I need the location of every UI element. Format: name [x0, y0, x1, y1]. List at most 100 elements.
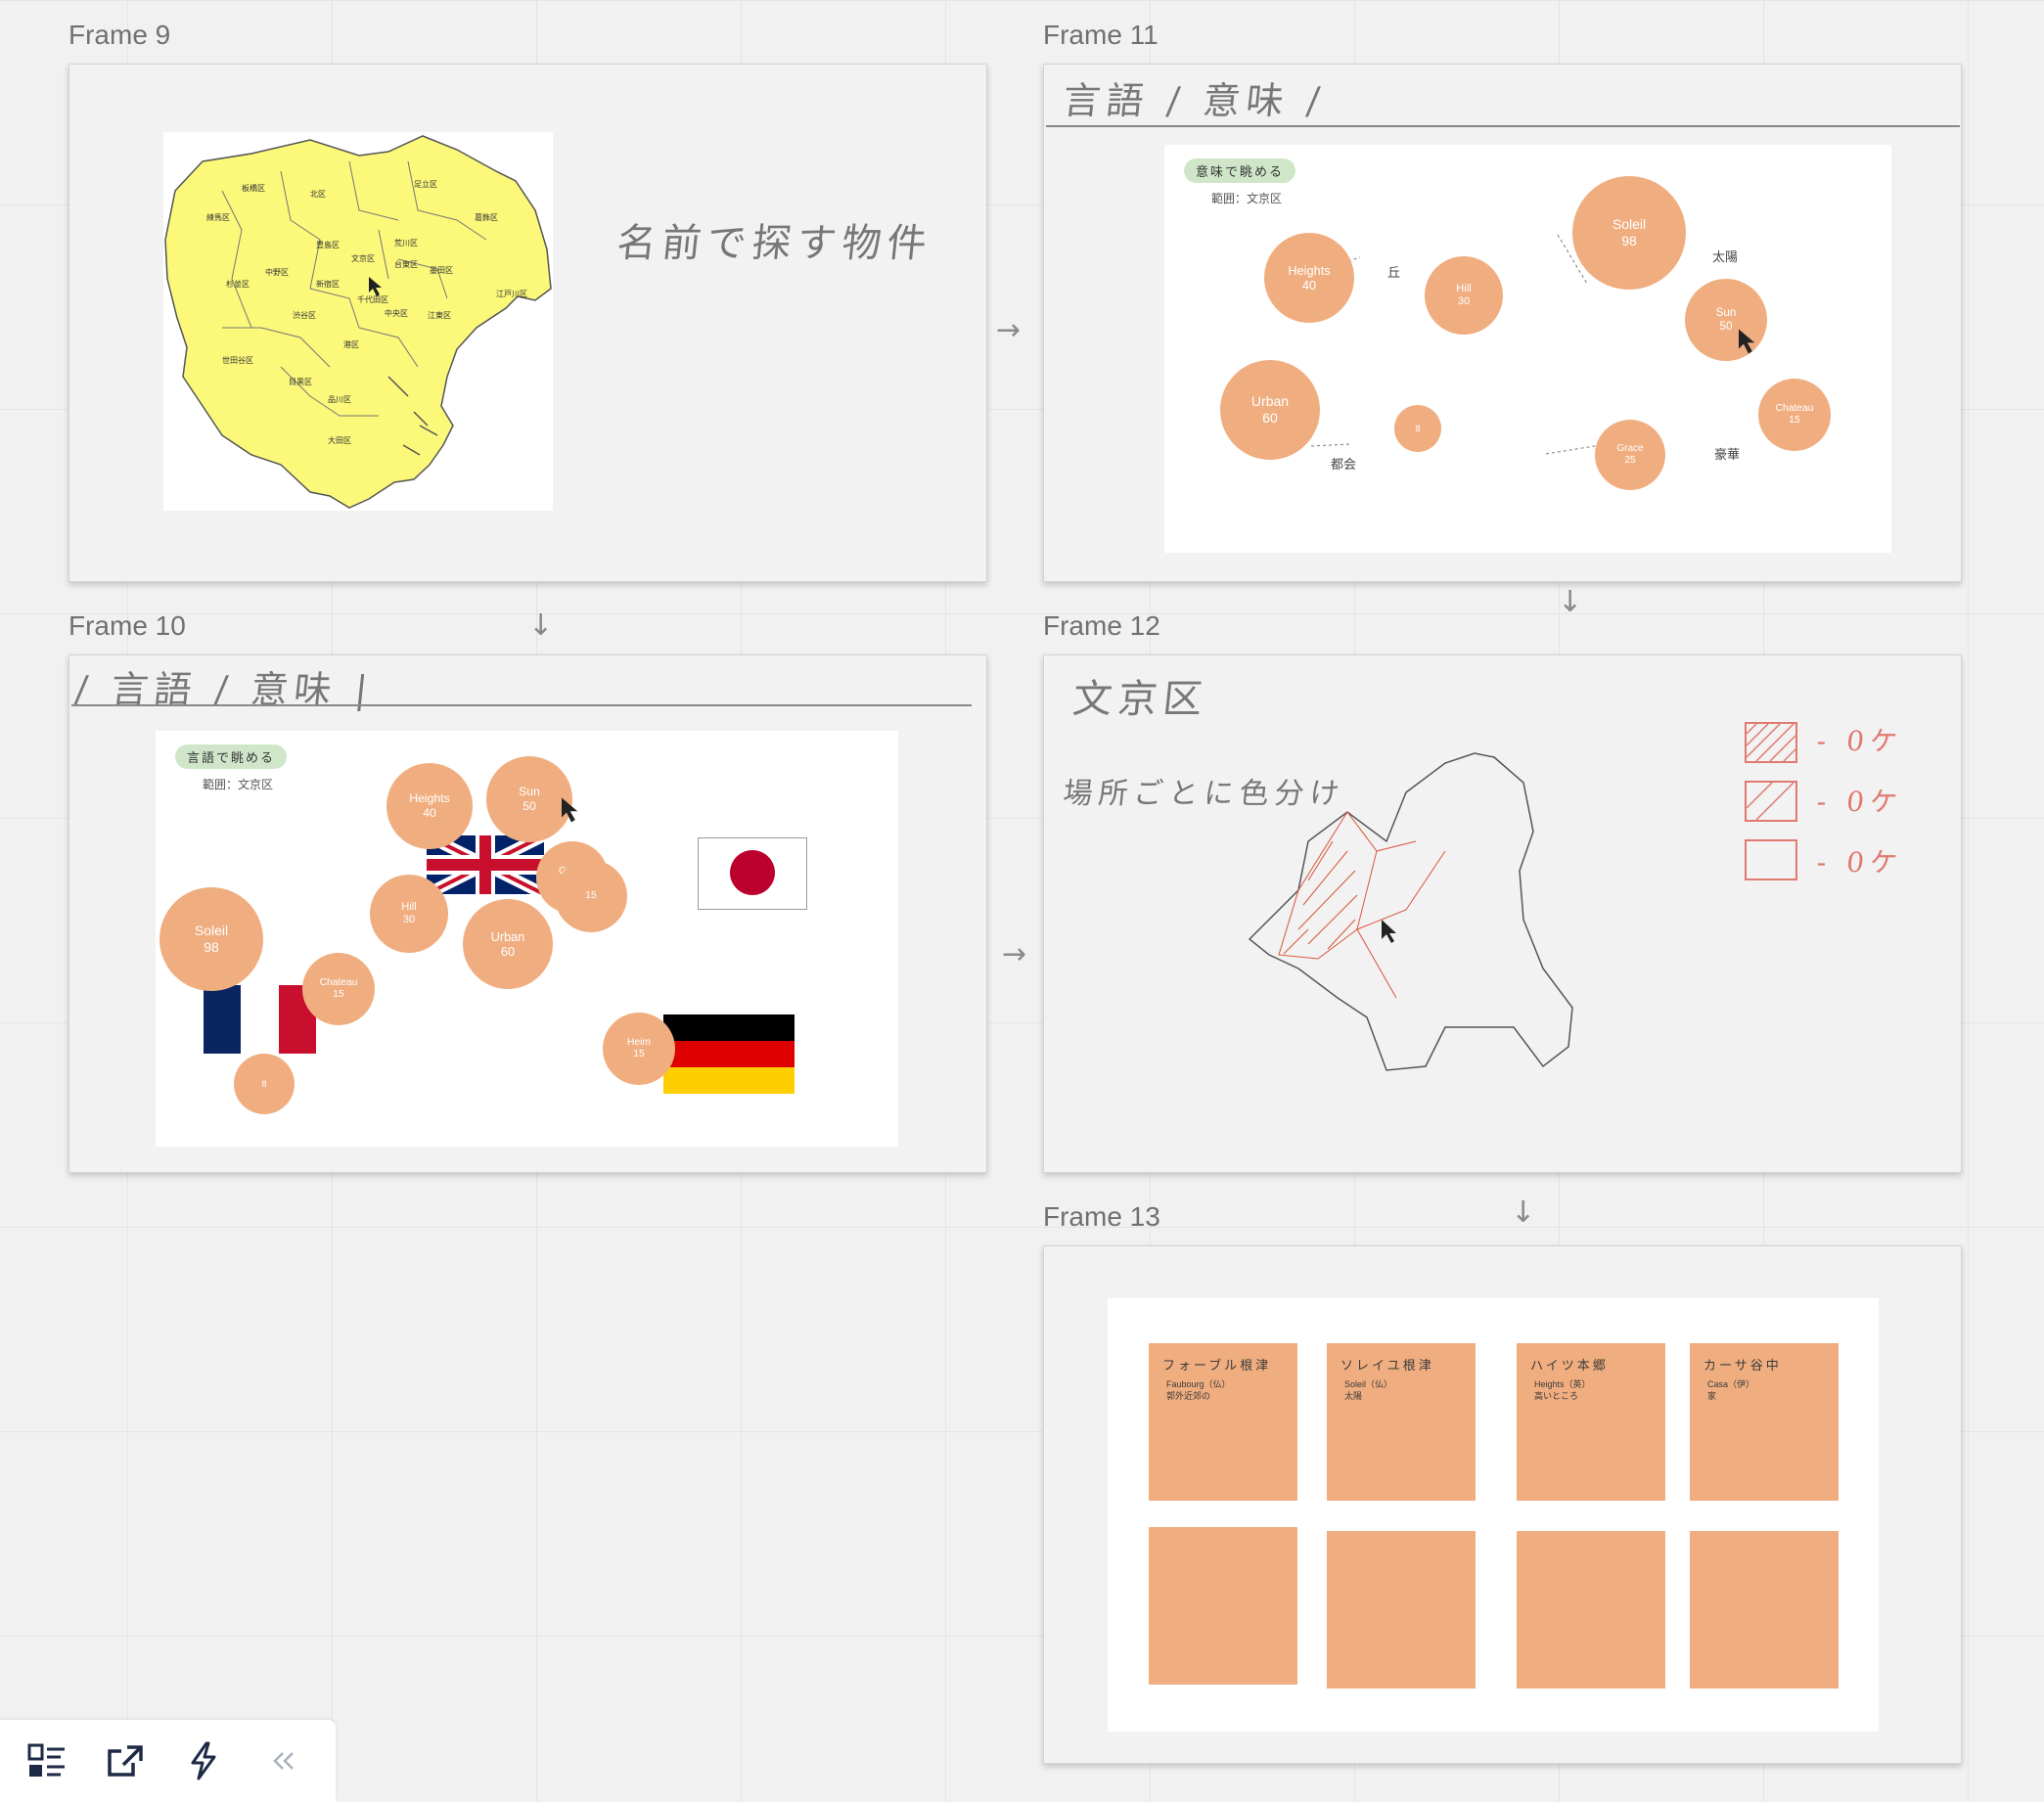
link-label: 太陽: [1712, 249, 1739, 264]
ward-label: 杉並区: [226, 280, 250, 289]
handwritten-title: 文京区: [1070, 677, 1210, 722]
ward-label: 目黒区: [289, 378, 312, 386]
legend-count: - 0ケ: [1815, 846, 1905, 878]
frame-9[interactable]: 練馬区 板橋区 北区 足立区 葛飾区 荒川区 豊島区 文京区 台東区 墨田区 中…: [68, 64, 987, 582]
property-card-empty[interactable]: [1517, 1531, 1665, 1689]
legend-hatch-dense: [1745, 722, 1797, 763]
frame-12-label[interactable]: Frame 12: [1043, 610, 1160, 642]
bubble-name: Heights: [409, 791, 450, 806]
property-card-empty[interactable]: [1327, 1531, 1476, 1689]
property-card[interactable]: ソレイユ根津 Soleil（仏） 太陽: [1327, 1343, 1476, 1501]
link-label: 都会: [1331, 457, 1357, 472]
ward-label: 豊島区: [316, 241, 340, 249]
frame-10-label[interactable]: Frame 10: [68, 610, 186, 642]
ward-label: 北区: [310, 190, 326, 199]
bubble[interactable]: Grace25: [1595, 420, 1665, 490]
legend-empty: [1745, 839, 1797, 880]
property-card[interactable]: カーサ谷中 Casa（伊）家: [1690, 1343, 1839, 1501]
bottom-toolbar: [0, 1720, 336, 1802]
bubble-name: Chateau: [1775, 402, 1814, 414]
bubble[interactable]: Hill 30: [370, 875, 448, 953]
property-card[interactable]: ハイツ本郷 Heights（英） 高いところ: [1517, 1343, 1665, 1501]
bubble[interactable]: Urban 60: [1220, 360, 1320, 460]
collapse-chevrons-icon[interactable]: [260, 1737, 307, 1784]
france-flag-icon: [204, 985, 316, 1054]
tokyo-map-image: 練馬区 板橋区 北区 足立区 葛飾区 荒川区 豊島区 文京区 台東区 墨田区 中…: [163, 132, 553, 511]
bunkyo-sketch: [1248, 752, 1573, 1071]
cursor-icon: [369, 277, 382, 296]
bubble-value: 8: [1415, 423, 1421, 433]
frame-11[interactable]: 言語 / 意味 / 意味で眺める 範囲：文京区 Heights 40 Hill 30 S…: [1043, 64, 1962, 582]
cursor-icon: [562, 797, 578, 823]
frame-11-label[interactable]: Frame 11: [1043, 20, 1158, 51]
bubble-value: 98: [204, 939, 219, 955]
property-card-empty[interactable]: [1149, 1527, 1297, 1685]
ward-label: 品川区: [328, 395, 351, 404]
bubble-value: 60: [1262, 410, 1278, 426]
view-pill[interactable]: 言語で眺める: [175, 744, 288, 769]
bubble-value: 50: [522, 799, 536, 813]
bubble-value: 8: [261, 1078, 267, 1089]
bubble-value: 60: [500, 944, 516, 959]
bubble[interactable]: Chateau 15: [302, 953, 375, 1025]
handwritten-header: 言語 / 意味 /: [1061, 79, 1328, 122]
property-card-empty[interactable]: [1690, 1531, 1839, 1689]
bubble-value: 15: [633, 1049, 645, 1059]
bubble[interactable]: Soleil 98: [1572, 176, 1686, 290]
bubble[interactable]: Heights 40: [1264, 233, 1354, 323]
ward-label: 葛飾区: [475, 213, 498, 222]
card-subtitle: Casa（伊）家: [1707, 1379, 1755, 1401]
bubble[interactable]: 8: [1394, 405, 1441, 452]
frame-13-label[interactable]: Frame 13: [1043, 1201, 1160, 1233]
frame-13[interactable]: フォーブル根津 Faubourg（仏） 郭外近郊の ソレイユ根津 Soleil（仏…: [1043, 1245, 1962, 1764]
frame-10[interactable]: / 言語 / 意味 | 言語で眺める 範囲：文京区 Heights40Sun: [68, 654, 987, 1173]
bubble-name: Hill: [401, 900, 417, 913]
bubble[interactable]: Chateau 15: [1758, 379, 1831, 451]
bubble-name: Heights: [1288, 262, 1331, 278]
share-export-icon[interactable]: [102, 1737, 149, 1784]
bubble-value: 40: [1301, 278, 1317, 293]
bubble-name: Grace: [1616, 443, 1644, 454]
bubble[interactable]: Hill 30: [1425, 256, 1503, 335]
meaning-bubble-chart: 意味で眺める 範囲：文京区 Heights 40 Hill 30 Soleil 98 Sun…: [1164, 145, 1891, 553]
bubble[interactable]: Heights 40: [386, 763, 473, 849]
arrow-right-icon: →: [996, 313, 1022, 347]
ward-label: 足立区: [414, 180, 437, 189]
ward-label: 中野区: [265, 268, 289, 277]
bubble-value: 50: [1719, 320, 1733, 333]
bubble-name: Soleil: [1612, 216, 1647, 233]
ward-label: 港区: [343, 340, 359, 349]
link-label: 豪華: [1714, 447, 1741, 462]
japan-flag-icon: [698, 837, 807, 910]
arrow-right-icon: →: [1002, 937, 1027, 971]
bubble-name: Heim: [627, 1036, 651, 1048]
language-bubble-chart: 言語で眺める 範囲：文京区 Heights40Sun50Grace25Hill3…: [156, 731, 898, 1147]
ward-label: 世田谷区: [222, 356, 253, 365]
card-subtitle: Heights（英） 高いところ: [1534, 1379, 1591, 1401]
lightning-icon[interactable]: [180, 1737, 227, 1784]
bubble[interactable]: Urban 60: [463, 899, 553, 989]
bubble-value: 98: [1621, 233, 1637, 248]
bubble[interactable]: Heim 15: [603, 1013, 675, 1085]
frame-9-label[interactable]: Frame 9: [68, 20, 170, 51]
ward-label: 台東区: [394, 260, 418, 269]
ward-label: 新宿区: [316, 280, 340, 289]
header-divider: [71, 704, 972, 706]
bubble-name: Chateau: [319, 976, 358, 988]
bubble[interactable]: 15: [555, 860, 627, 932]
bubble-value: 15: [1789, 415, 1800, 426]
bubble-name: Urban: [490, 928, 525, 944]
ward-label: 大田区: [328, 436, 351, 445]
card-title: フォーブル根津: [1162, 1359, 1272, 1374]
frames-list-icon[interactable]: [23, 1737, 70, 1784]
bubble-value: 30: [402, 914, 416, 925]
arrow-down-icon: ↓: [1511, 1195, 1536, 1230]
frame-12[interactable]: 文京区 場所ごとに色分け - 0ケ - 0ケ - 0ケ: [1043, 654, 1962, 1173]
germany-flag-icon: [663, 1014, 795, 1094]
bubble-value: 15: [333, 989, 344, 1000]
ward-label: 文京区: [351, 254, 375, 263]
property-card[interactable]: フォーブル根津 Faubourg（仏） 郭外近郊の: [1149, 1343, 1297, 1501]
bubble[interactable]: 8: [234, 1054, 295, 1114]
bubble[interactable]: Soleil 98: [159, 887, 263, 991]
bubble-name: Hill: [1456, 282, 1472, 294]
